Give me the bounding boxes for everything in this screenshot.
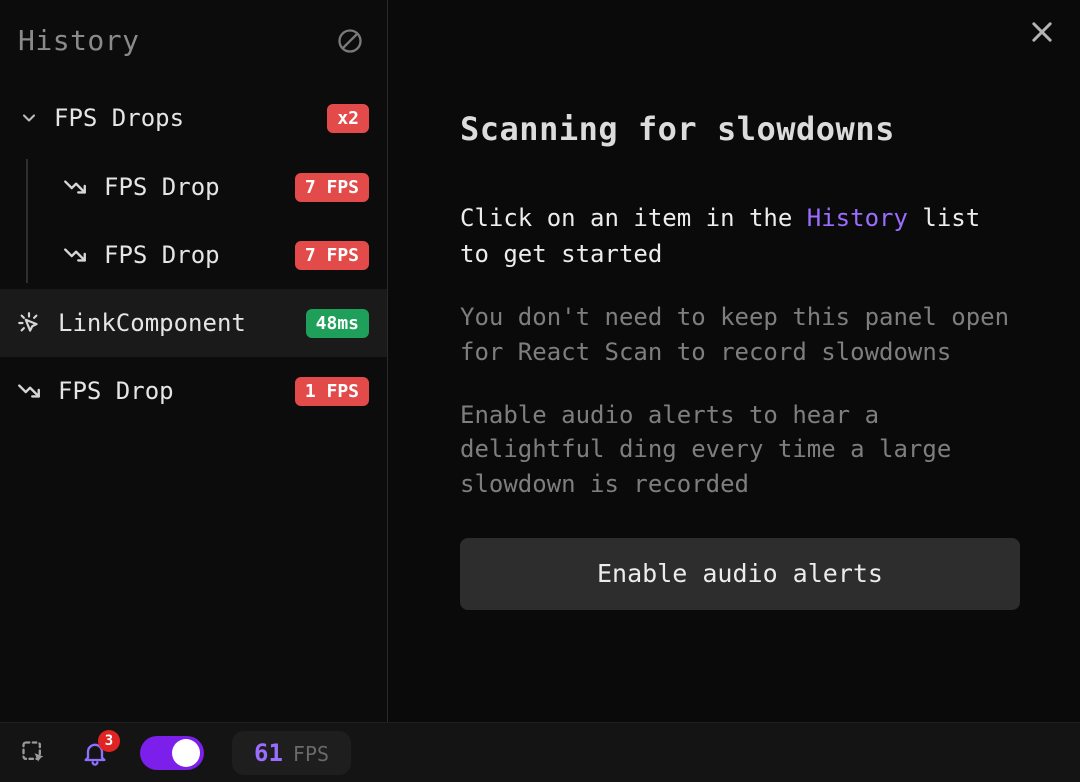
notification-count-badge: 3 — [98, 730, 120, 752]
inspect-icon — [20, 739, 48, 767]
group-count-badge: x2 — [327, 104, 369, 133]
history-item-badge: 48ms — [306, 309, 369, 338]
history-sidebar: History FPS Drops — [0, 0, 388, 722]
history-item-linkcomponent[interactable]: LinkComponent 48ms — [0, 289, 387, 357]
history-item-badge: 7 FPS — [295, 173, 369, 202]
history-item-fps-drop[interactable]: FPS Drop 7 FPS — [0, 153, 387, 221]
history-group-fps-drops[interactable]: FPS Drops x2 — [0, 83, 387, 153]
clear-history-button[interactable] — [335, 26, 365, 56]
detail-lead-before: Click on an item in the — [460, 204, 807, 232]
history-group-label: FPS Drops — [54, 104, 313, 132]
footer-toolbar: 3 61 FPS — [0, 722, 1080, 782]
recording-toggle[interactable] — [140, 736, 204, 770]
history-item-fps-drop[interactable]: FPS Drop 7 FPS — [0, 221, 387, 289]
inspect-button[interactable] — [18, 737, 50, 769]
cursor-click-icon — [14, 310, 44, 336]
sidebar-header: History — [0, 0, 387, 81]
detail-lead-highlight: History — [807, 204, 908, 232]
notifications-button[interactable]: 3 — [78, 736, 112, 770]
detail-lead: Click on an item in the History list to … — [460, 200, 1020, 272]
sidebar-title: History — [18, 24, 140, 57]
close-button[interactable] — [1024, 14, 1060, 50]
history-group-children: FPS Drop 7 FPS FPS Drop 7 FPS — [0, 153, 387, 289]
trend-down-icon — [14, 378, 44, 404]
history-item-label: FPS Drop — [104, 173, 281, 201]
close-icon — [1028, 18, 1056, 46]
chevron-down-icon — [18, 107, 40, 129]
detail-title: Scanning for slowdowns — [460, 110, 1020, 148]
fps-value: 61 — [254, 739, 283, 767]
history-item-label: FPS Drop — [104, 241, 281, 269]
detail-paragraph: Enable audio alerts to hear a delightful… — [460, 398, 1020, 502]
history-item-fps-drop[interactable]: FPS Drop 1 FPS — [0, 357, 387, 425]
no-entry-icon — [336, 27, 364, 55]
history-item-badge: 1 FPS — [295, 377, 369, 406]
trend-down-icon — [60, 242, 90, 268]
fps-indicator: 61 FPS — [232, 731, 351, 775]
history-item-badge: 7 FPS — [295, 241, 369, 270]
history-item-label: LinkComponent — [58, 309, 292, 337]
detail-paragraph: You don't need to keep this panel open f… — [460, 300, 1020, 370]
history-item-label: FPS Drop — [58, 377, 281, 405]
detail-body: Click on an item in the History list to … — [460, 200, 1020, 610]
history-list: FPS Drops x2 FPS Drop 7 FPS — [0, 81, 387, 425]
fps-label: FPS — [293, 742, 329, 766]
toggle-thumb — [172, 739, 200, 767]
trend-down-icon — [60, 174, 90, 200]
detail-panel: Scanning for slowdowns Click on an item … — [388, 0, 1080, 722]
enable-audio-alerts-button[interactable]: Enable audio alerts — [460, 538, 1020, 610]
